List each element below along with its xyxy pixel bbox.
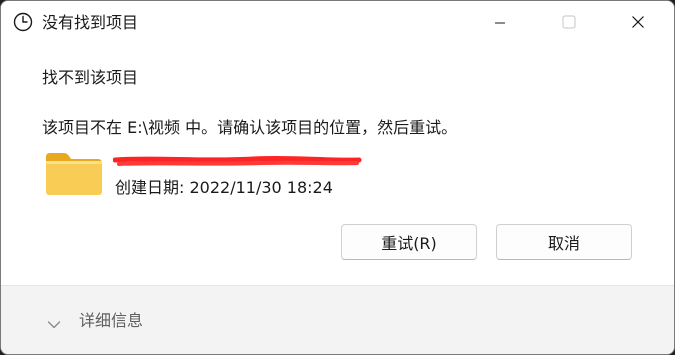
minimize-button[interactable]: [477, 1, 523, 45]
details-footer[interactable]: 详细信息: [1, 285, 674, 354]
title-bar[interactable]: 没有找到项目: [1, 1, 674, 45]
file-created-date: 创建日期: 2022/11/30 18:24: [115, 178, 333, 197]
dialog-content: 找不到该项目 该项目不在 E:\视频 中。请确认该项目的位置，然后重试。 创建日…: [1, 45, 674, 285]
folder-icon: [44, 151, 104, 197]
dialog-message: 该项目不在 E:\视频 中。请确认该项目的位置，然后重试。: [42, 118, 458, 137]
window-title: 没有找到项目: [42, 13, 139, 32]
close-button[interactable]: [615, 1, 661, 45]
close-icon: [631, 14, 645, 33]
minimize-icon: [494, 14, 506, 33]
redacted-file-name: [112, 153, 363, 167]
dialog-window: 没有找到项目 找不到该项目 该项目不在 E:\视频 中。请确认该项目的位置，然后…: [0, 0, 675, 355]
maximize-button: [546, 1, 592, 45]
clock-icon: [13, 12, 33, 32]
maximize-icon: [562, 14, 576, 33]
retry-button[interactable]: 重试(R): [341, 224, 477, 260]
details-toggle-label[interactable]: 详细信息: [79, 310, 143, 332]
cancel-button[interactable]: 取消: [496, 224, 632, 260]
dialog-heading: 找不到该项目: [42, 68, 139, 87]
chevron-down-icon[interactable]: [47, 315, 61, 329]
